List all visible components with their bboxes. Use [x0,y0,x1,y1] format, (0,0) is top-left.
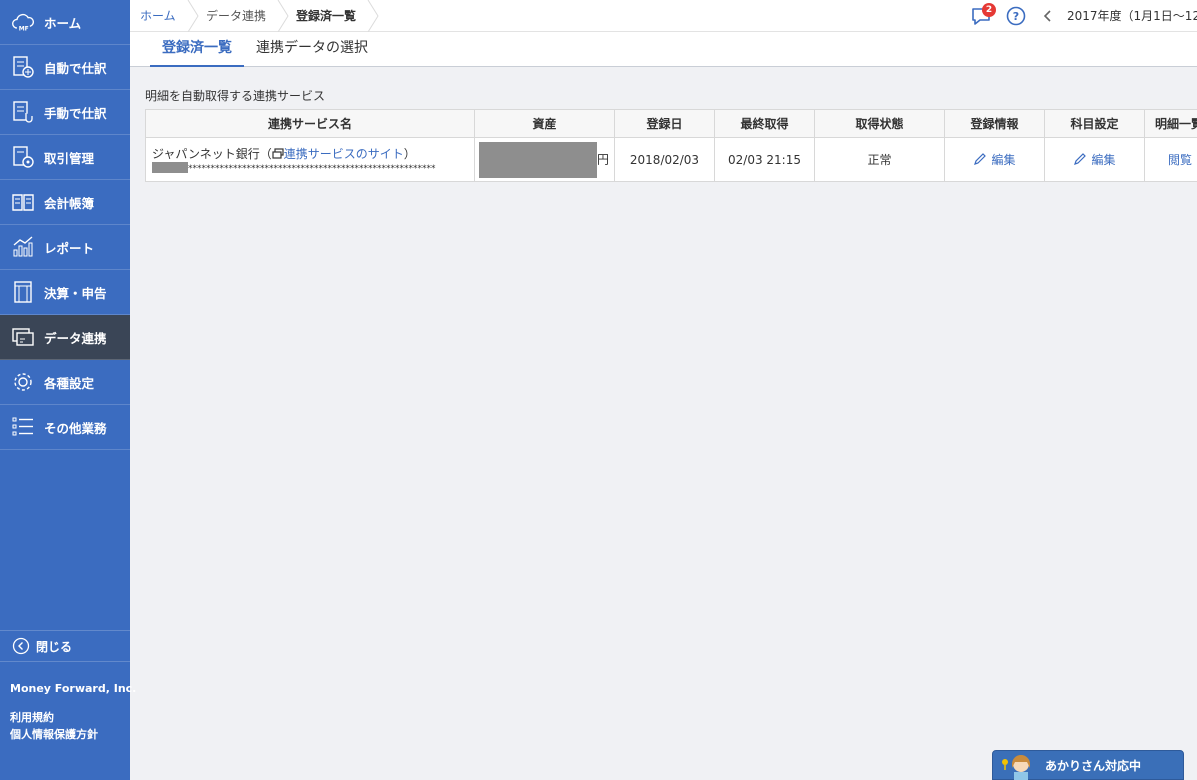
terms-link[interactable]: 利用規約 [10,709,54,725]
cloud-mf-icon: MF [10,9,36,35]
chat-status-label: あかりさん対応中 [1045,758,1142,773]
data-link-icon [10,324,36,350]
asset-unit: 円 [597,152,610,166]
sidebar-item-label: 手動で仕訳 [44,105,107,121]
breadcrumb-separator-icon [367,0,379,32]
masked-asset-amount [479,141,597,178]
header-bar: ホーム データ連携 登録済一覧 2 ? 2017年度（1月1日〜12月 [130,0,1197,32]
sidebar-item-settings[interactable]: 各種設定 [0,360,130,405]
asset-cell: 円 [474,137,615,182]
sidebar: MF ホーム 自動で仕訳 手動で仕訳 取引管理 会計帳簿 レポート 決算・申告 … [0,0,136,780]
sidebar-item-label: 会計帳簿 [44,195,95,211]
svg-text:MF: MF [19,26,29,33]
svg-text:?: ? [1013,10,1019,23]
section-title: 明細を自動取得する連携サービス [145,89,326,103]
sidebar-item-label: レポート [44,240,95,256]
table-header-row: 連携サービス名 資産 登録日 最終取得 取得状態 登録情報 科目設定 明細一覧 [145,109,1197,138]
fiscal-period[interactable]: 2017年度（1月1日〜12月 [1067,0,1197,32]
tab-select-link-data[interactable]: 連携データの選択 [256,32,368,67]
masked-account-block [152,161,188,173]
sidebar-item-data-link[interactable]: データ連携 [0,315,130,360]
support-chat-button[interactable]: あかりさん対応中 [992,750,1184,780]
sidebar-item-label: 自動で仕訳 [44,60,107,76]
edit-label: 編集 [991,153,1016,167]
sidebar-item-label: ホーム [44,15,82,31]
sidebar-collapse-button[interactable]: 閉じる [0,630,130,662]
notification-badge: 2 [982,3,996,17]
breadcrumb-home[interactable]: ホーム [140,0,176,32]
sidebar-item-other[interactable]: その他業務 [0,405,130,450]
breadcrumb-separator-icon [187,0,199,32]
report-chart-icon [10,234,36,260]
column-header: 最終取得 [714,109,815,138]
linked-services-table: 連携サービス名 資産 登録日 最終取得 取得状態 登録情報 科目設定 明細一覧 … [145,109,1197,182]
column-header: 資産 [474,109,615,138]
service-site-link[interactable]: 連携サービスのサイト [284,147,404,161]
column-header: 科目設定 [1044,109,1145,138]
closing-icon [10,279,36,305]
sidebar-item-closing[interactable]: 決算・申告 [0,270,130,315]
edit-reg-info-button[interactable]: 編集 [973,153,1016,167]
edit-label: 編集 [1091,153,1116,167]
sidebar-item-transactions[interactable]: 取引管理 [0,135,130,180]
service-name: ジャパンネット銀行 [152,146,260,161]
breadcrumb-current: 登録済一覧 [296,9,357,23]
external-window-icon [272,147,284,161]
gear-icon [10,369,36,395]
breadcrumb-separator-icon [277,0,289,32]
tab-bar: 登録済一覧 連携データの選択 [130,32,1197,67]
list-icon [10,414,36,440]
chevron-left-circle-icon [12,637,30,655]
column-header: 明細一覧 [1144,109,1197,138]
service-name-cell: ジャパンネット銀行（ 連携サービスのサイト） ******************… [145,137,475,182]
masked-account-number: ****************************************… [188,163,436,174]
paren: ） [403,146,416,161]
pencil-icon [1074,153,1087,165]
operator-avatar-icon [1002,755,1030,780]
edit-account-setting-button[interactable]: 編集 [1073,153,1116,167]
company-name: Money Forward, Inc. [10,682,137,695]
sidebar-item-home[interactable]: MF ホーム [0,0,130,45]
sidebar-collapse-label: 閉じる [36,639,73,654]
table-row: ジャパンネット銀行（ 連携サービスのサイト） ******************… [145,137,1197,182]
reg-info-cell: 編集 [944,137,1045,182]
help-icon[interactable]: ? [1005,5,1027,27]
pencil-icon [974,153,987,165]
paren: （ [259,146,272,161]
privacy-link[interactable]: 個人情報保護方針 [10,726,98,742]
sidebar-item-ledger[interactable]: 会計帳簿 [0,180,130,225]
registered-date: 2018/02/03 [614,137,715,182]
sidebar-item-manual-journal[interactable]: 手動で仕訳 [0,90,130,135]
fetch-status: 正常 [814,137,945,182]
sidebar-item-report[interactable]: レポート [0,225,130,270]
detail-cell: 閲覧 [1144,137,1197,182]
chevron-left-icon[interactable] [1041,9,1055,23]
auto-journal-icon [10,54,36,80]
column-header: 登録日 [614,109,715,138]
tab-registered-list[interactable]: 登録済一覧 [150,32,244,67]
account-setting-cell: 編集 [1044,137,1145,182]
transaction-icon [10,144,36,170]
sidebar-item-label: その他業務 [44,420,107,436]
manual-journal-icon [10,99,36,125]
column-header: 取得状態 [814,109,945,138]
sidebar-item-label: 取引管理 [44,150,95,166]
column-header: 連携サービス名 [145,109,475,138]
column-header: 登録情報 [944,109,1045,138]
sidebar-item-label: 各種設定 [44,375,95,391]
view-details-link[interactable]: 閲覧 [1168,153,1192,167]
sidebar-item-label: 決算・申告 [44,285,107,301]
sidebar-item-label: データ連携 [44,330,107,346]
ledger-book-icon [10,189,36,215]
breadcrumb-data-link[interactable]: データ連携 [206,0,266,32]
sidebar-item-auto-journal[interactable]: 自動で仕訳 [0,45,130,90]
last-fetch-time: 02/03 21:15 [714,137,815,182]
